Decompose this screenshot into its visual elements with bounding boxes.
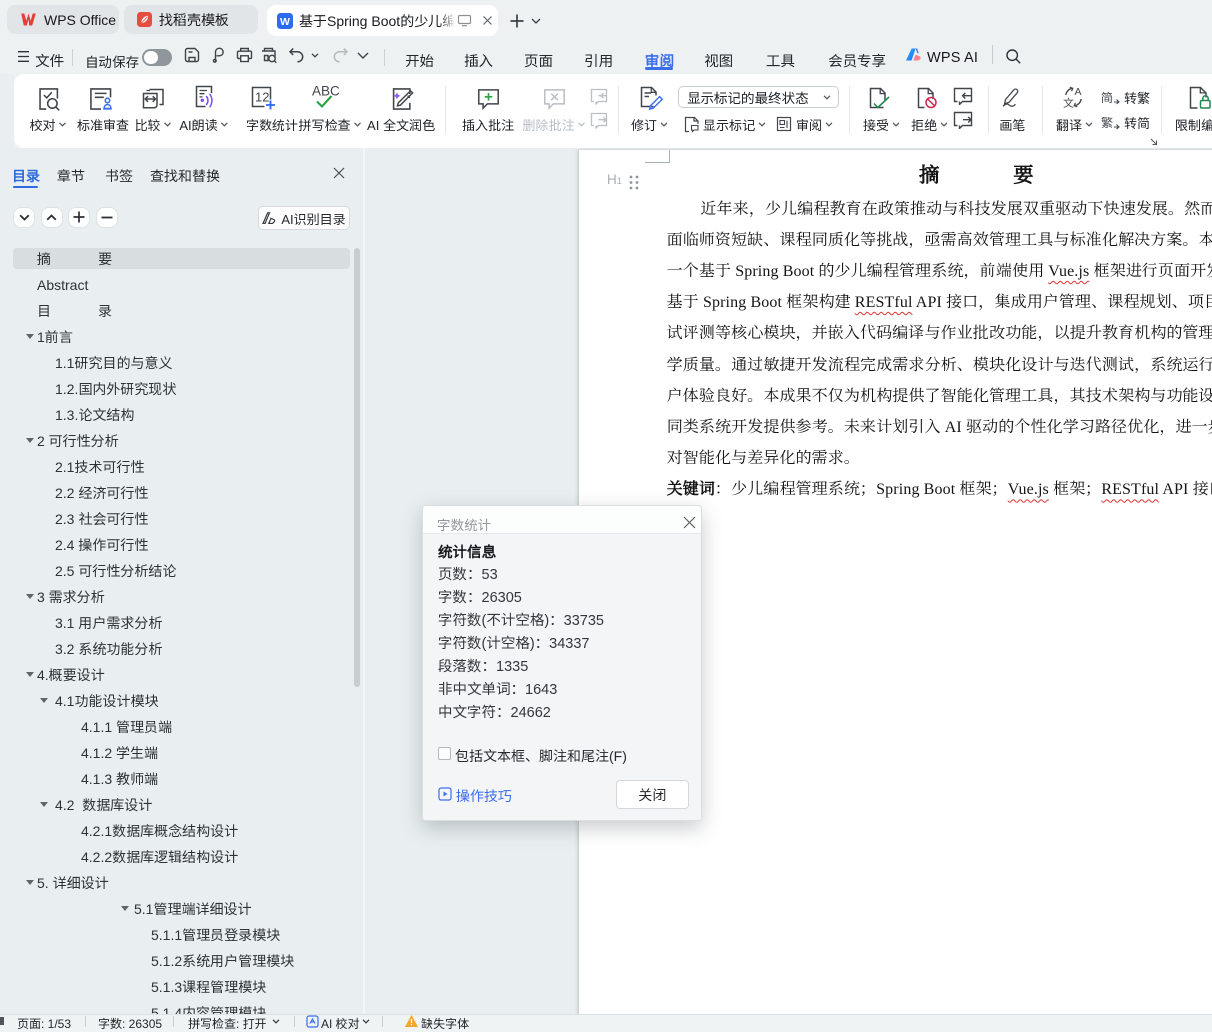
- svg-text:简: 简: [1101, 91, 1113, 105]
- svg-text:ABC: ABC: [312, 84, 340, 99]
- svg-text:A: A: [1075, 86, 1082, 98]
- svg-text:12: 12: [255, 90, 269, 105]
- svg-text:W: W: [280, 16, 290, 28]
- svg-text:繁: 繁: [1101, 116, 1114, 130]
- svg-text:文: 文: [1063, 95, 1075, 108]
